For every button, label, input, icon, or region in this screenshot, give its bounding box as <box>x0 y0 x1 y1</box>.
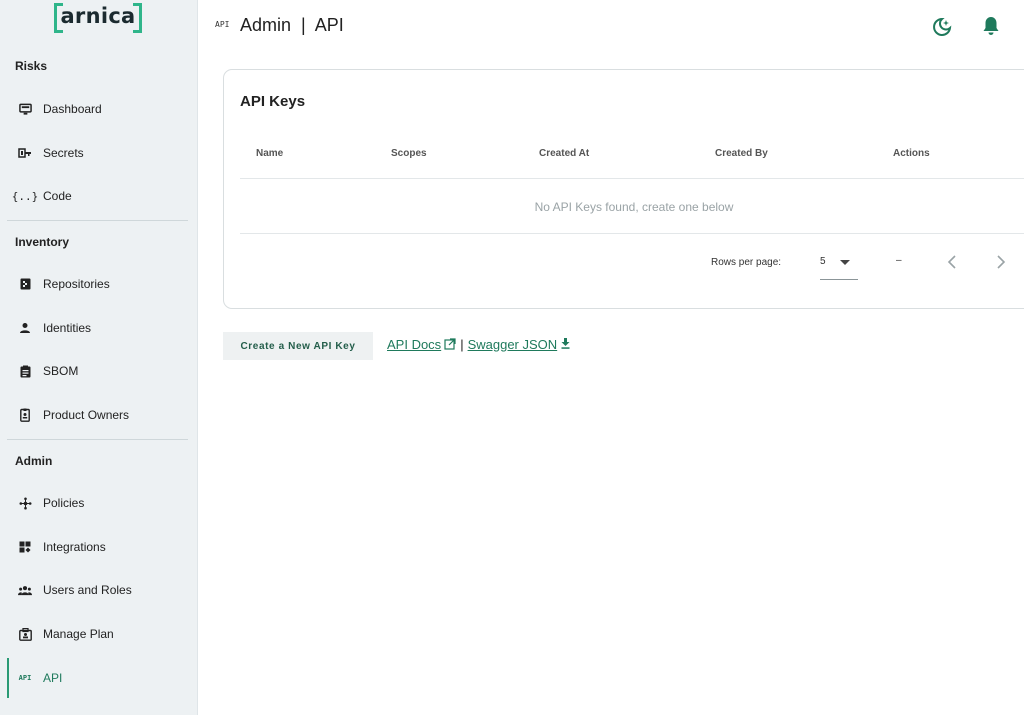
sidebar-item-manage-plan[interactable]: Manage Plan <box>0 617 197 651</box>
rows-per-page-select[interactable]: 5 <box>820 250 858 280</box>
sidebar-item-label: Dashboard <box>43 102 102 116</box>
sidebar-item-label: SBOM <box>43 364 79 378</box>
swagger-json-link[interactable]: Swagger JSON <box>468 337 571 352</box>
sidebar-item-label: Integrations <box>43 540 106 554</box>
sidebar-item-policies[interactable]: Policies <box>0 486 197 520</box>
sidebar-item-identities[interactable]: Identities <box>0 311 197 345</box>
sidebar-item-repositories[interactable]: Repositories <box>0 267 197 301</box>
chevron-right-icon <box>997 255 1006 269</box>
person-icon <box>18 321 32 335</box>
sidebar-item-product-owners[interactable]: Product Owners <box>0 398 197 432</box>
sidebar-item-integrations[interactable]: Integrations <box>0 530 197 564</box>
sidebar-item-label: Code <box>43 189 72 203</box>
table-footer-divider <box>240 233 1024 234</box>
chevron-down-icon <box>840 260 850 265</box>
sidebar-item-secrets[interactable]: Secrets <box>0 136 197 170</box>
swagger-json-label: Swagger JSON <box>467 337 558 352</box>
clipboard-icon <box>18 364 32 378</box>
next-page-button[interactable] <box>991 250 1011 274</box>
api-keys-card: API Keys Name Scopes Created At Created … <box>223 69 1024 309</box>
api-docs-link[interactable]: API Docs <box>387 337 456 352</box>
sidebar-item-label: API <box>43 671 63 685</box>
sidebar-divider <box>7 220 188 221</box>
column-header-actions: Actions <box>893 148 930 159</box>
link-separator: | <box>460 337 464 352</box>
group-icon <box>18 583 32 597</box>
logo-text: arnica <box>60 4 136 28</box>
section-title-admin: Admin <box>15 454 53 468</box>
section-title-risks: Risks <box>15 59 48 73</box>
sidebar-item-label: Users and Roles <box>43 583 132 597</box>
badge-icon <box>18 408 32 422</box>
bell-icon[interactable] <box>980 15 1002 37</box>
sidebar-item-dashboard[interactable]: Dashboard <box>0 92 197 126</box>
sidebar-item-label: Policies <box>43 496 85 510</box>
external-link-icon <box>444 338 456 350</box>
column-header-created-by: Created By <box>715 148 768 159</box>
sidebar-divider <box>7 439 188 440</box>
api-icon: API <box>215 20 230 29</box>
sidebar-item-label: Repositories <box>43 277 110 291</box>
moon-star-icon[interactable] <box>931 16 953 38</box>
sidebar: arnica Risks Dashboard Secrets {..} Code… <box>0 0 198 715</box>
rows-per-page-value: 5 <box>820 256 826 267</box>
policy-icon <box>18 496 32 510</box>
monitor-icon <box>18 102 32 116</box>
key-icon <box>18 146 32 160</box>
table-header-divider <box>240 178 1024 179</box>
download-icon <box>561 338 570 352</box>
logo-bracket-right <box>133 3 142 33</box>
rows-per-page-label: Rows per page: <box>711 257 782 268</box>
card-title: API Keys <box>240 93 306 110</box>
top-header: API Admin | API <box>198 0 1024 54</box>
sidebar-item-sbom[interactable]: SBOM <box>0 354 197 388</box>
arnica-logo[interactable]: arnica <box>54 3 142 34</box>
section-title-inventory: Inventory <box>15 235 70 249</box>
sidebar-item-label: Identities <box>43 321 92 335</box>
create-api-key-button[interactable]: Create a New API Key <box>223 332 373 360</box>
api-docs-label: API Docs <box>387 337 442 352</box>
grid-icon <box>18 540 32 554</box>
column-header-name: Name <box>256 148 284 159</box>
sidebar-item-label: Manage Plan <box>43 627 114 641</box>
column-header-scopes: Scopes <box>391 148 427 159</box>
api-links: API Docs | Swagger JSON <box>387 337 570 352</box>
plan-icon <box>18 627 32 641</box>
repository-icon <box>18 277 32 291</box>
empty-state-message: No API Keys found, create one below <box>534 200 734 214</box>
api-icon: API <box>18 674 32 682</box>
pagination-range: – <box>896 255 902 266</box>
sidebar-item-label: Product Owners <box>43 408 130 422</box>
sidebar-item-api[interactable]: API API <box>0 661 197 695</box>
page-title: Admin | API <box>240 15 344 35</box>
column-header-created-at: Created At <box>539 148 590 159</box>
code-braces-icon: {..} <box>11 189 39 203</box>
sidebar-item-label: Secrets <box>43 146 84 160</box>
previous-page-button[interactable] <box>942 250 962 274</box>
sidebar-item-code[interactable]: {..} Code <box>0 179 197 213</box>
sidebar-item-users-and-roles[interactable]: Users and Roles <box>0 573 197 607</box>
chevron-left-icon <box>947 255 956 269</box>
